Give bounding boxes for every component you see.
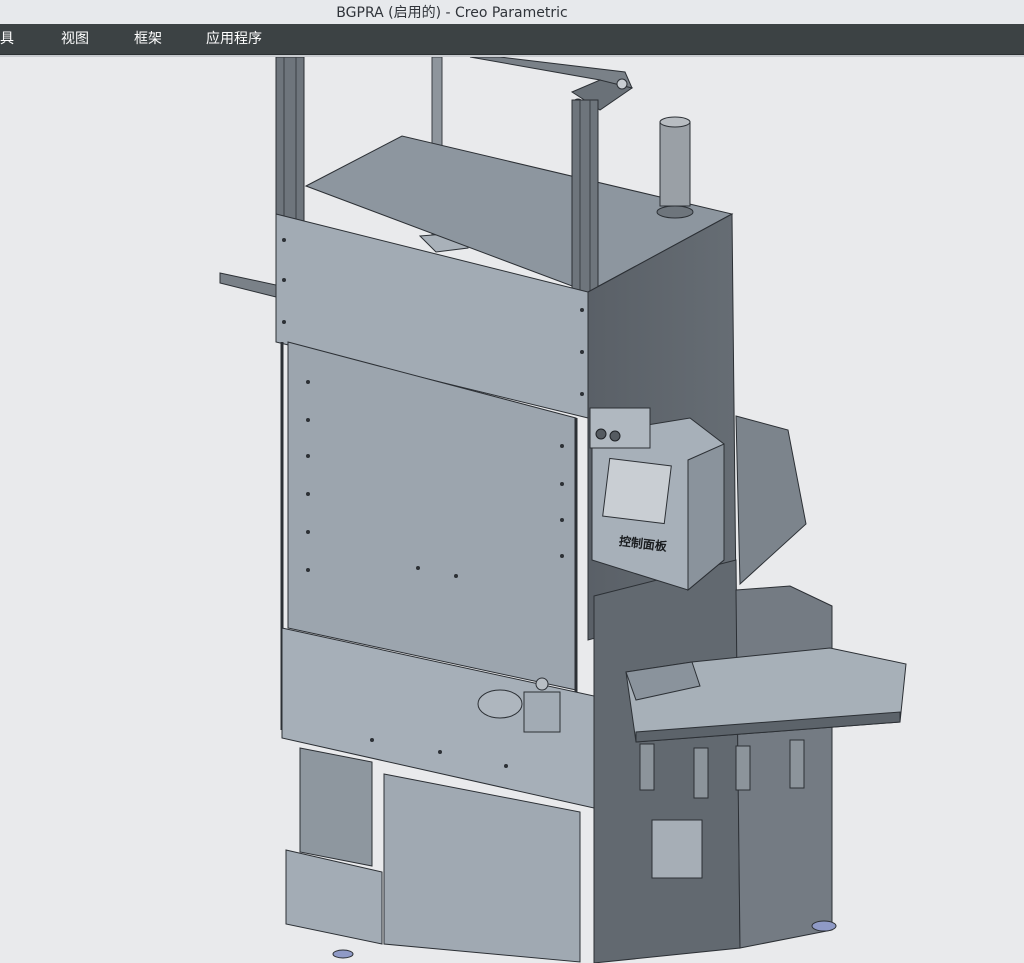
control-box bbox=[589, 407, 725, 592]
menu-item-applications[interactable]: 应用程序 bbox=[206, 24, 262, 54]
front-frame-rail bbox=[571, 99, 599, 293]
menu-bar: 具 视图 框架 应用程序 bbox=[0, 24, 1024, 55]
window-titlebar: BGPRA (启用的) - Creo Parametric bbox=[0, 0, 1024, 24]
top-frame-crossbar bbox=[469, 57, 634, 111]
upper-hopper bbox=[735, 415, 807, 586]
window-title: BGPRA (启用的) - Creo Parametric bbox=[336, 5, 568, 21]
rear-frame-rail bbox=[275, 57, 305, 228]
menu-item-view[interactable]: 视图 bbox=[61, 24, 89, 54]
cad-model-render[interactable] bbox=[0, 57, 1024, 963]
lower-main-door bbox=[383, 773, 581, 963]
side-bracket bbox=[219, 272, 277, 298]
lower-side-panel bbox=[593, 559, 741, 963]
menu-item-framework[interactable]: 框架 bbox=[134, 24, 162, 54]
side-junction-box bbox=[651, 819, 703, 879]
graphics-viewport[interactable]: 控制面板 bbox=[0, 57, 1024, 963]
lower-access-door bbox=[285, 747, 383, 945]
signal-tower bbox=[656, 116, 694, 219]
menu-item-tools[interactable]: 具 bbox=[0, 24, 14, 54]
